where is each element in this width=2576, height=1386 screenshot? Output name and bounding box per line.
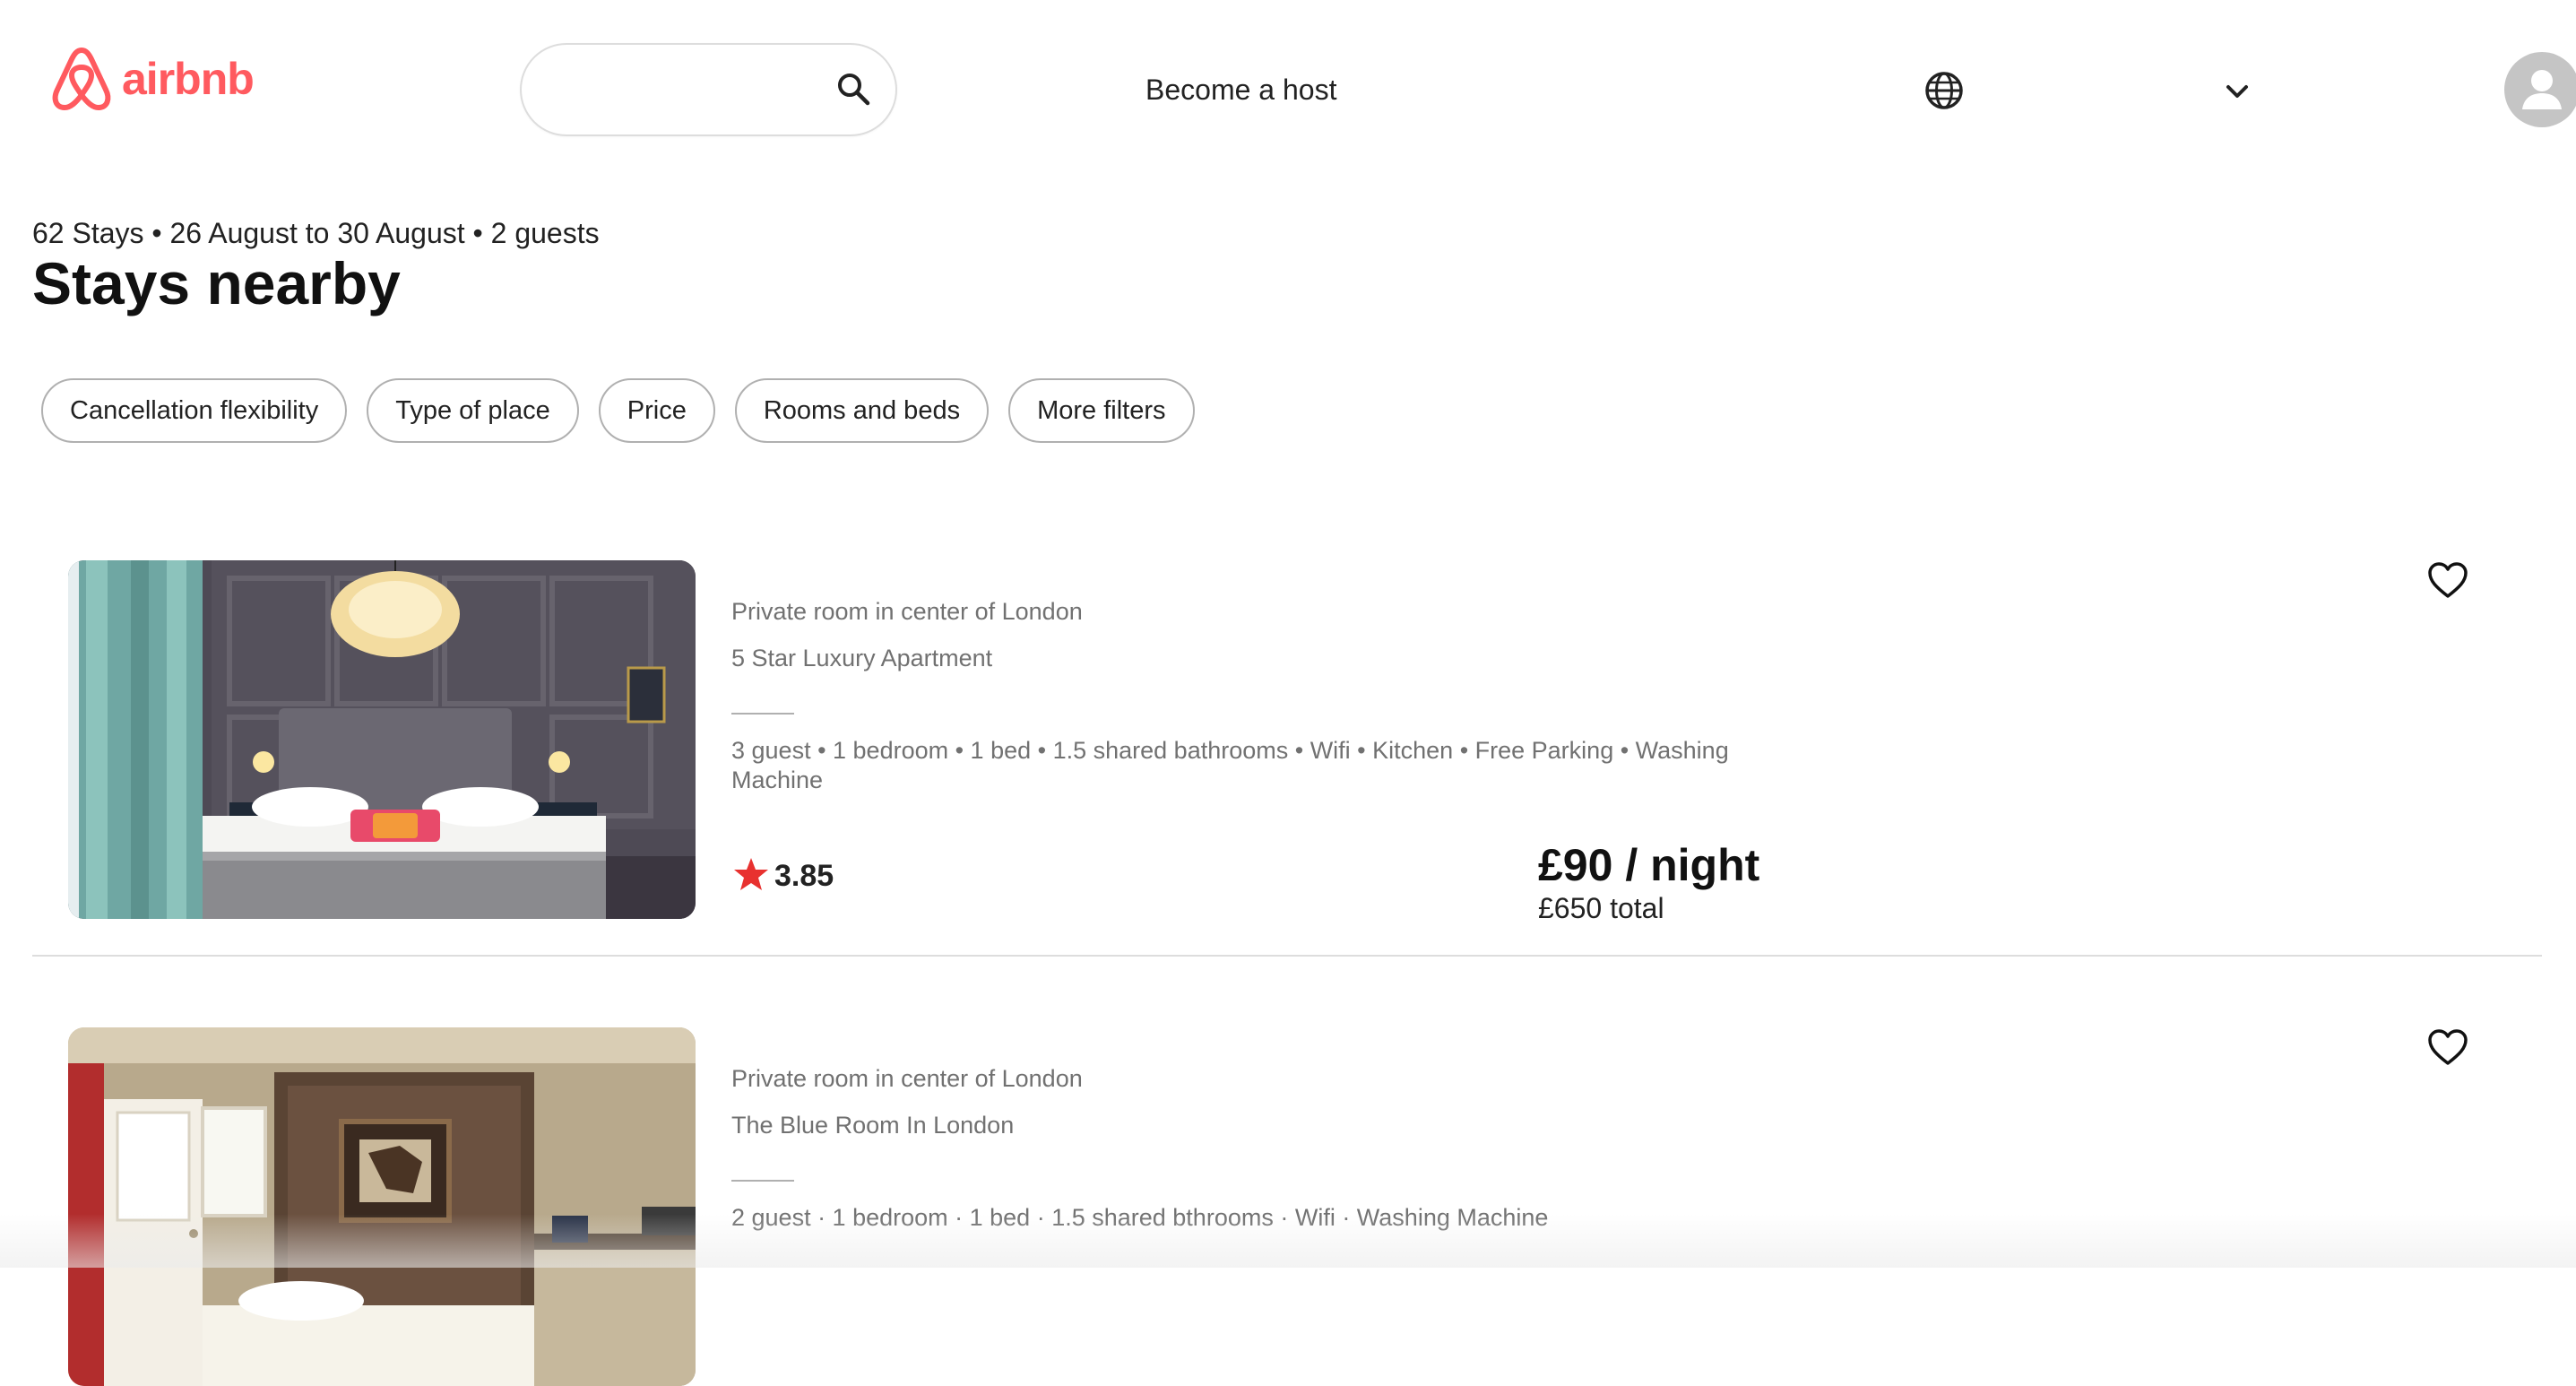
listing-amenities: 2 guest · 1 bedroom · 1 bed · 1.5 shared… [731, 1204, 1549, 1231]
top-navigation: airbnb Become a host [0, 0, 2576, 179]
listing-card[interactable]: Private room in center of London 5 Star … [32, 560, 2542, 957]
search-icon [835, 71, 871, 111]
save-to-wishlist-button[interactable] [2427, 560, 2477, 611]
star-icon [733, 856, 769, 897]
page-title: Stays nearby [32, 250, 401, 316]
logo-wordmark: airbnb [122, 54, 255, 104]
listing-subtitle: Private room in center of London [731, 598, 1083, 625]
listing-info: Private room in center of London 5 Star … [731, 596, 1807, 795]
divider [731, 1180, 794, 1182]
listing-title[interactable]: The Blue Room In London [731, 1110, 1807, 1140]
price-total: £650 total [1538, 892, 1664, 924]
listing-photo[interactable] [68, 1027, 696, 1386]
listing-info: Private room in center of London The Blu… [731, 1063, 1807, 1233]
account-menu-toggle[interactable] [2221, 75, 2253, 108]
listing-rating: 3.85 [733, 856, 834, 897]
search-bar[interactable] [520, 43, 897, 136]
price-per-night: £90 / night [1538, 840, 1760, 890]
listing-subtitle: Private room in center of London [731, 1065, 1083, 1092]
filter-type-of-place[interactable]: Type of place [367, 378, 579, 443]
listing-title[interactable]: 5 Star Luxury Apartment [731, 643, 1807, 673]
globe-icon [1923, 72, 1965, 115]
filter-more-filters[interactable]: More filters [1008, 378, 1195, 443]
filter-price[interactable]: Price [598, 378, 715, 443]
search-button[interactable] [831, 68, 876, 113]
search-summary: 62 Stays • 26 August to 30 August • 2 gu… [32, 217, 600, 249]
search-input[interactable] [549, 65, 817, 115]
listing-amenities: 3 guest • 1 bedroom • 1 bed • 1.5 shared… [731, 737, 1729, 793]
filter-rooms-and-beds[interactable]: Rooms and beds [734, 378, 990, 443]
divider [731, 713, 794, 715]
filter-cancellation-flexibility[interactable]: Cancellation flexibility [41, 378, 348, 443]
listing-price: £90 / night £650 total [1538, 838, 1759, 924]
chevron-down-icon [2221, 85, 2253, 111]
save-to-wishlist-button[interactable] [2427, 1027, 2477, 1078]
listing-card[interactable]: Private room in center of London The Blu… [32, 1027, 2542, 1386]
airbnb-logo[interactable]: airbnb [50, 45, 255, 113]
listing-photo[interactable] [68, 560, 696, 919]
become-host-link[interactable]: Become a host [1145, 72, 1336, 108]
user-icon [2504, 70, 2576, 127]
rating-value: 3.85 [774, 859, 834, 893]
heart-icon [2427, 560, 2477, 602]
filter-bar: Cancellation flexibility Type of place P… [41, 378, 1195, 443]
language-button[interactable] [1923, 70, 1965, 111]
airbnb-logo-icon [50, 45, 113, 113]
avatar[interactable] [2504, 52, 2576, 127]
heart-icon [2427, 1027, 2477, 1069]
